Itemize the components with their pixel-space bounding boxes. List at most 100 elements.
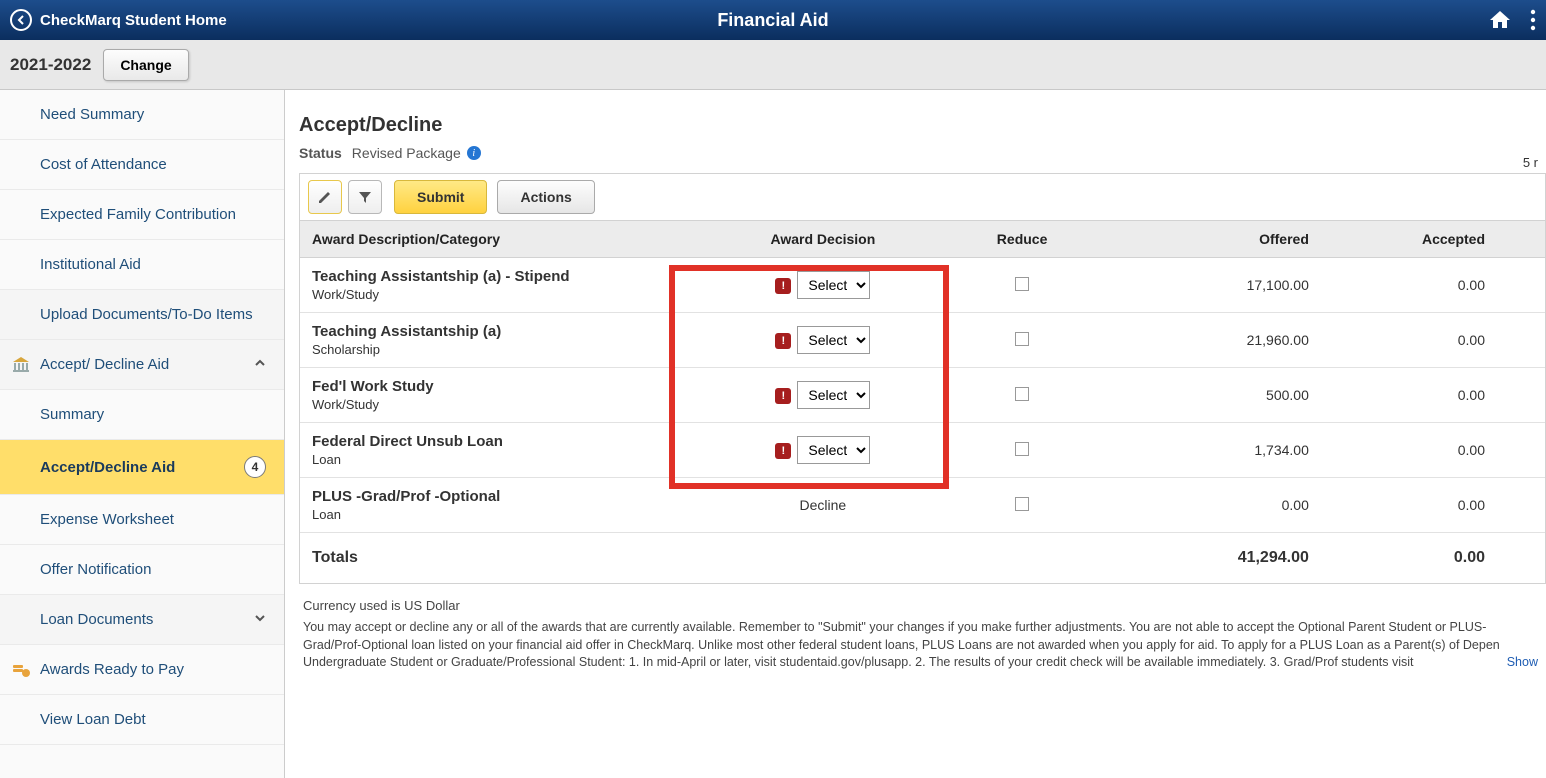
- sidebar-item-upload-documents[interactable]: Upload Documents/To-Do Items: [0, 290, 284, 340]
- filter-button[interactable]: [348, 180, 382, 214]
- decision-text: Decline: [800, 497, 847, 513]
- chevron-down-icon: [254, 611, 266, 628]
- award-category: Work/Study: [312, 397, 686, 412]
- awards-table-wrap: Submit Actions Award Description/Categor…: [299, 173, 1546, 584]
- award-category: Scholarship: [312, 342, 686, 357]
- sidebar-item-label: Need Summary: [40, 106, 144, 123]
- award-category: Work/Study: [312, 287, 686, 302]
- warning-icon: !: [775, 333, 791, 349]
- sidebar-item-label: Cost of Attendance: [40, 156, 167, 173]
- offered-amount: 1,734.00: [1097, 423, 1321, 478]
- reduce-checkbox[interactable]: [1015, 442, 1029, 456]
- disclosure-text: You may accept or decline any or all of …: [303, 619, 1542, 672]
- page-title: Accept/Decline: [299, 114, 1546, 137]
- sidebar-item-view-loan-debt[interactable]: View Loan Debt: [0, 695, 284, 745]
- col-accepted: Accepted: [1321, 221, 1545, 258]
- col-award-description: Award Description/Category: [300, 221, 698, 258]
- aid-year-label: 2021-2022: [10, 55, 91, 75]
- award-row: Fed'l Work StudyWork/Study!Select500.000…: [300, 368, 1545, 423]
- row-count-label: 5 r: [1523, 155, 1538, 170]
- actions-button[interactable]: Actions: [497, 180, 594, 214]
- decision-select[interactable]: Select: [797, 271, 870, 299]
- decision-select[interactable]: Select: [797, 326, 870, 354]
- reduce-checkbox[interactable]: [1015, 277, 1029, 291]
- disclosure-body: You may accept or decline any or all of …: [303, 620, 1500, 669]
- totals-accepted: 0.00: [1321, 533, 1545, 584]
- status-row: Status Revised Package i: [299, 145, 1546, 161]
- totals-row: Totals 41,294.00 0.00: [300, 533, 1545, 584]
- accepted-amount: 0.00: [1321, 368, 1545, 423]
- col-award-decision: Award Decision: [698, 221, 947, 258]
- change-year-button[interactable]: Change: [103, 49, 188, 81]
- decision-select[interactable]: Select: [797, 381, 870, 409]
- accepted-amount: 0.00: [1321, 313, 1545, 368]
- award-row: Teaching Assistantship (a) - Stipend Work…: [300, 258, 1545, 313]
- show-more-link[interactable]: Show: [1501, 654, 1538, 672]
- warning-icon: !: [775, 388, 791, 404]
- chevron-left-icon: [16, 15, 26, 25]
- sidebar-item-label: Institutional Aid: [40, 256, 141, 273]
- totals-offered: 41,294.00: [1097, 533, 1321, 584]
- sidebar-item-label: Summary: [40, 406, 104, 423]
- sidebar-item-summary[interactable]: Summary: [0, 390, 284, 440]
- award-name: PLUS -Grad/Prof -Optional: [312, 488, 686, 505]
- pencil-icon: [317, 189, 333, 205]
- breadcrumb-title[interactable]: CheckMarq Student Home: [40, 12, 227, 29]
- sidebar-item-cost-of-attendance[interactable]: Cost of Attendance: [0, 140, 284, 190]
- coins-icon: [10, 659, 32, 681]
- status-value: Revised Package: [352, 145, 461, 161]
- sidebar-item-accept-decline-aid[interactable]: Accept/Decline Aid 4: [0, 440, 284, 495]
- bank-icon: [10, 354, 32, 376]
- reduce-checkbox[interactable]: [1015, 497, 1029, 511]
- reduce-checkbox[interactable]: [1015, 387, 1029, 401]
- totals-label: Totals: [300, 533, 698, 584]
- col-offered: Offered: [1097, 221, 1321, 258]
- award-category: Loan: [312, 452, 686, 467]
- award-category: Loan: [312, 507, 686, 522]
- sidebar-item-label: View Loan Debt: [40, 711, 146, 728]
- sidebar-item-institutional-aid[interactable]: Institutional Aid: [0, 240, 284, 290]
- accepted-amount: 0.00: [1321, 478, 1545, 533]
- sidebar-item-expense-worksheet[interactable]: Expense Worksheet: [0, 495, 284, 545]
- main-content: Accept/Decline Status Revised Package i …: [285, 90, 1546, 778]
- reduce-checkbox[interactable]: [1015, 332, 1029, 346]
- sidebar-item-label: Upload Documents/To-Do Items: [40, 306, 253, 323]
- status-label: Status: [299, 145, 342, 161]
- col-reduce: Reduce: [947, 221, 1096, 258]
- award-row: Teaching Assistantship (a) Scholarship! Se…: [300, 313, 1545, 368]
- chevron-up-icon: [254, 356, 266, 373]
- sidebar-item-offer-notification[interactable]: Offer Notification: [0, 545, 284, 595]
- offered-amount: 21,960.00: [1097, 313, 1321, 368]
- sidebar-item-label: Accept/ Decline Aid: [40, 356, 169, 373]
- sidebar-item-need-summary[interactable]: Need Summary: [0, 90, 284, 140]
- sidebar-section-loan-documents[interactable]: Loan Documents: [0, 595, 284, 645]
- kebab-menu-icon[interactable]: [1530, 9, 1536, 31]
- accepted-amount: 0.00: [1321, 258, 1545, 313]
- sidebar: Need Summary Cost of Attendance Expected…: [0, 90, 285, 778]
- back-button[interactable]: [10, 9, 32, 31]
- sidebar-section-accept-decline[interactable]: Accept/ Decline Aid: [0, 340, 284, 390]
- offered-amount: 17,100.00: [1097, 258, 1321, 313]
- decision-select[interactable]: Select: [797, 436, 870, 464]
- top-navbar: CheckMarq Student Home Financial Aid: [0, 0, 1546, 40]
- award-name: Teaching Assistantship (a): [312, 323, 686, 340]
- awards-table: Award Description/Category Award Decisio…: [300, 221, 1545, 583]
- submit-button[interactable]: Submit: [394, 180, 487, 214]
- sidebar-item-label: Accept/Decline Aid: [40, 459, 175, 476]
- award-name: Federal Direct Unsub Loan: [312, 433, 686, 450]
- sidebar-item-label: Awards Ready to Pay: [40, 661, 184, 678]
- edit-button[interactable]: [308, 180, 342, 214]
- sidebar-item-awards-ready-to-pay[interactable]: Awards Ready to Pay: [0, 645, 284, 695]
- home-icon[interactable]: [1488, 8, 1512, 32]
- info-icon[interactable]: i: [467, 146, 481, 160]
- table-toolbar: Submit Actions: [300, 174, 1545, 221]
- count-badge: 4: [244, 456, 266, 478]
- sidebar-item-label: Loan Documents: [40, 611, 153, 628]
- filter-icon: [357, 189, 373, 205]
- accepted-amount: 0.00: [1321, 423, 1545, 478]
- warning-icon: !: [775, 278, 791, 294]
- award-name: Teaching Assistantship (a) - Stipend: [312, 268, 686, 285]
- award-name: Fed'l Work Study: [312, 378, 686, 395]
- context-bar: 2021-2022 Change: [0, 40, 1546, 90]
- sidebar-item-efc[interactable]: Expected Family Contribution: [0, 190, 284, 240]
